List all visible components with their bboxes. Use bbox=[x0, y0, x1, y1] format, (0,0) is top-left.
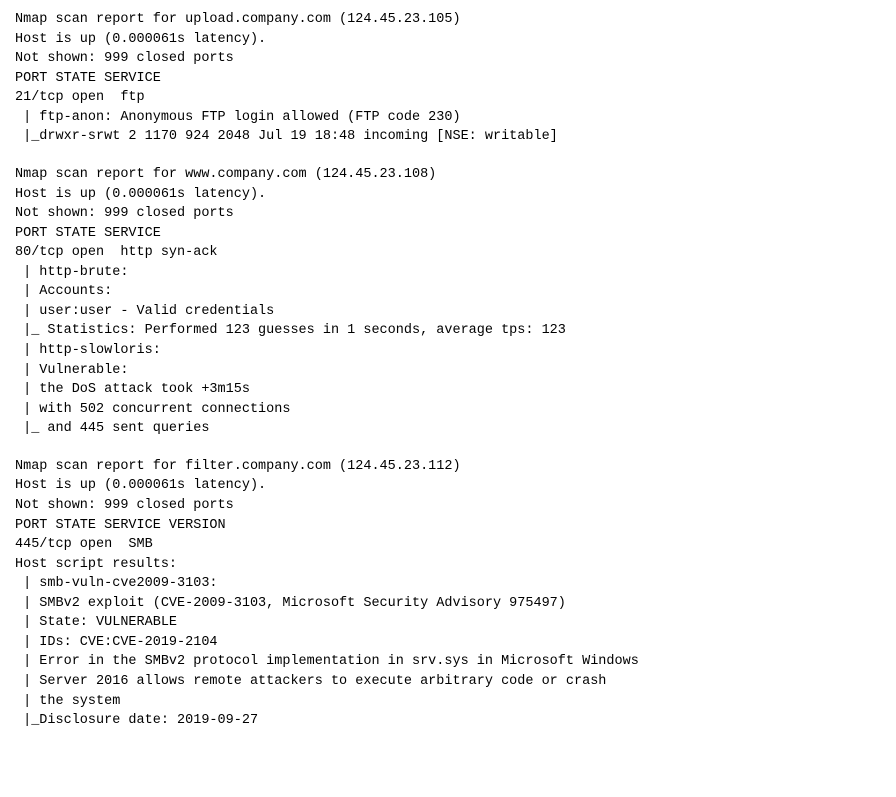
scan-section-3: Nmap scan report for filter.company.com … bbox=[15, 457, 881, 731]
line-1-6: | Accounts: bbox=[15, 284, 112, 299]
line-0-6: |_drwxr-srwt 2 1170 924 2048 Jul 19 18:4… bbox=[15, 129, 558, 144]
line-2-12: | the system bbox=[15, 694, 120, 709]
line-1-4: 80/tcp open http syn-ack bbox=[15, 245, 218, 260]
line-2-2: Not shown: 999 closed ports bbox=[15, 498, 234, 513]
line-0-5: | ftp-anon: Anonymous FTP login allowed … bbox=[15, 110, 461, 125]
line-1-10: | Vulnerable: bbox=[15, 363, 128, 378]
line-0-3: PORT STATE SERVICE bbox=[15, 71, 161, 86]
line-1-7: | user:user - Valid credentials bbox=[15, 304, 274, 319]
line-1-9: | http-slowloris: bbox=[15, 343, 161, 358]
line-2-9: | IDs: CVE:CVE-2019-2104 bbox=[15, 635, 218, 650]
line-2-11: | Server 2016 allows remote attackers to… bbox=[15, 674, 606, 689]
line-1-1: Host is up (0.000061s latency). bbox=[15, 187, 266, 202]
line-1-12: | with 502 concurrent connections bbox=[15, 402, 290, 417]
line-1-13: |_ and 445 sent queries bbox=[15, 421, 209, 436]
line-2-10: | Error in the SMBv2 protocol implementa… bbox=[15, 654, 639, 669]
line-1-0: Nmap scan report for www.company.com (12… bbox=[15, 167, 436, 182]
line-2-7: | SMBv2 exploit (CVE-2009-3103, Microsof… bbox=[15, 596, 566, 611]
line-1-2: Not shown: 999 closed ports bbox=[15, 206, 234, 221]
line-2-6: | smb-vuln-cve2009-3103: bbox=[15, 576, 218, 591]
line-2-3: PORT STATE SERVICE VERSION bbox=[15, 518, 226, 533]
line-1-3: PORT STATE SERVICE bbox=[15, 226, 161, 241]
line-1-5: | http-brute: bbox=[15, 265, 128, 280]
line-0-2: Not shown: 999 closed ports bbox=[15, 51, 234, 66]
line-2-4: 445/tcp open SMB bbox=[15, 537, 153, 552]
line-2-5: Host script results: bbox=[15, 557, 177, 572]
line-1-8: |_ Statistics: Performed 123 guesses in … bbox=[15, 323, 566, 338]
scan-section-2: Nmap scan report for www.company.com (12… bbox=[15, 165, 881, 439]
line-1-11: | the DoS attack took +3m15s bbox=[15, 382, 250, 397]
line-2-1: Host is up (0.000061s latency). bbox=[15, 478, 266, 493]
terminal-output: Nmap scan report for upload.company.com … bbox=[15, 10, 881, 731]
line-2-0: Nmap scan report for filter.company.com … bbox=[15, 459, 461, 474]
line-2-8: | State: VULNERABLE bbox=[15, 615, 177, 630]
line-0-4: 21/tcp open ftp bbox=[15, 90, 145, 105]
line-0-1: Host is up (0.000061s latency). bbox=[15, 32, 266, 47]
scan-section-1: Nmap scan report for upload.company.com … bbox=[15, 10, 881, 147]
line-0-0: Nmap scan report for upload.company.com … bbox=[15, 12, 461, 27]
line-2-13: |_Disclosure date: 2019-09-27 bbox=[15, 713, 258, 728]
